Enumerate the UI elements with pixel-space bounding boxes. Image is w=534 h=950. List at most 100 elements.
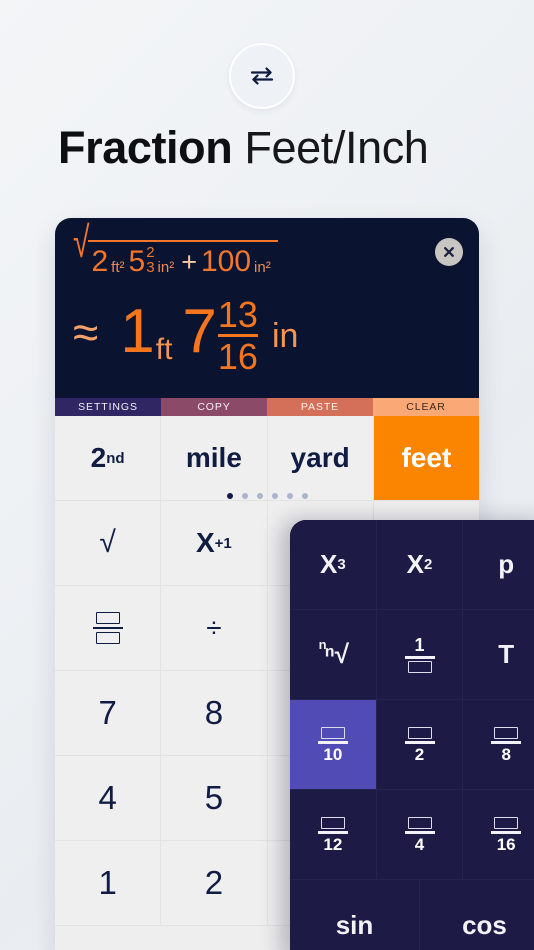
panel-row-powers: X3 X2 p [290,520,534,610]
digit-5-button[interactable]: 5 [161,756,268,841]
page-title-light: Feet/Inch [232,122,429,173]
page-title: Fraction Feet/Inch [58,122,429,174]
fraction-sixteenths-icon: 16 [491,816,522,854]
result-inch-unit: in [271,316,299,355]
copy-button[interactable]: COPY [161,398,267,416]
close-icon [442,245,456,259]
app-stage: Fraction Feet/Inch √ 2 ft² 5 2 3 in² + 1… [0,0,534,950]
unit-yard-button[interactable]: yard [267,416,374,501]
page-dot-5[interactable] [286,493,293,499]
second-function-button[interactable]: 2nd [55,416,162,501]
fraction-quarters-den: 4 [414,834,425,854]
fraction-twelfths-den: 12 [323,834,343,854]
digit-8-button[interactable]: 8 [161,671,268,756]
result-feet-unit: ft [155,333,173,367]
tan-button[interactable]: T [463,610,534,700]
result-inch-den: 16 [217,336,258,378]
secondary-keypad-panel: X3 X2 p n ⁿ√ 1 T 10 2 8 12 4 16 sin cos [290,520,534,950]
result-inch-whole: 7 [182,296,216,366]
second-function-label: 2 [90,442,107,473]
page-dot-4[interactable] [271,493,278,499]
fraction-halves-button[interactable]: 2 [376,700,464,790]
reciprocal-icon: 1 [404,635,435,673]
x-plus-one-sup: +1 [214,534,232,552]
expression-line: √ 2 ft² 5 2 3 in² + 100 in² [73,222,278,278]
result-line: ≈ 1 ft 7 13 16 in [73,292,299,375]
page-title-strong: Fraction [58,122,233,173]
swap-arrows-icon [247,61,277,91]
unit-feet-button[interactable]: feet [373,416,479,501]
page-dot-3[interactable] [256,493,263,499]
fraction-button[interactable] [55,586,162,671]
x-cubed-sup: 3 [337,556,346,573]
digit-4-button[interactable]: 4 [55,756,162,841]
close-button[interactable] [435,238,463,266]
fraction-eighths-button[interactable]: 8 [463,700,534,790]
digit-2-button[interactable]: 2 [161,841,268,926]
page-dot-1[interactable] [226,493,233,499]
unit-row: 2nd mile yard feet [55,416,479,501]
fraction-twelfths-icon: 12 [317,816,348,854]
fraction-quarters-icon: 4 [404,816,435,854]
x-plus-one-button[interactable]: X +1 [161,501,268,586]
nth-root-button[interactable]: n ⁿ√ [290,610,377,700]
sqrt-button[interactable]: √ [55,501,162,586]
fraction-halves-den: 2 [414,744,425,764]
expr-term1-value: 2 [91,244,109,278]
nth-root-label: ⁿ√ [324,639,350,669]
fraction-eighths-den: 8 [501,744,511,764]
approx-symbol: ≈ [73,305,99,358]
unit-mile-button[interactable]: mile [161,416,268,501]
second-function-sup: nd [106,449,125,467]
page-dot-6[interactable] [301,493,308,499]
x-squared-button[interactable]: X2 [376,520,464,610]
expr-term2-num: 2 [146,244,155,261]
fraction-halves-icon: 2 [404,726,435,764]
paste-button[interactable]: PASTE [267,398,373,416]
fraction-sixteenths-den: 16 [496,834,516,854]
reciprocal-button[interactable]: 1 [376,610,464,700]
page-indicator[interactable] [55,493,479,499]
fraction-eighths-icon: 8 [491,726,522,764]
clear-button[interactable]: CLEAR [373,398,479,416]
panel-row-trig: sin cos [290,880,534,950]
square-root-icon: √ 2 ft² 5 2 3 in² + 100 in² [73,222,278,278]
expr-term3-unit: in² [254,258,271,276]
reciprocal-numerator: 1 [414,635,425,655]
divide-button[interactable]: ÷ [161,586,268,671]
expr-operator: + [181,246,197,277]
cos-button[interactable]: cos [420,880,534,950]
fraction-sixteenths-button[interactable]: 16 [463,790,534,880]
fraction-tenths-button[interactable]: 10 [290,700,377,790]
action-strip: SETTINGS COPY PASTE CLEAR [55,398,479,416]
fraction-twelfths-button[interactable]: 12 [290,790,377,880]
page-dot-2[interactable] [241,493,248,499]
expr-term2-unit: in² [157,258,175,276]
result-feet-value: 1 [120,296,154,366]
expr-term2-fraction: 2 3 [146,245,154,277]
expr-term1-unit: ft² [111,258,125,276]
fraction-tenths-icon: 10 [317,726,348,764]
fraction-icon [92,612,123,644]
digit-1-button[interactable]: 1 [55,841,162,926]
swap-units-button[interactable] [229,43,295,109]
expr-term2-whole: 5 [128,244,146,278]
expr-term3-value: 100 [200,244,252,278]
calculator-display: √ 2 ft² 5 2 3 in² + 100 in² ≈ 1 ft 7 13 … [55,218,479,398]
settings-button[interactable]: SETTINGS [55,398,161,416]
panel-row-frac-b: 12 4 16 [290,790,534,880]
x-cubed-button[interactable]: X3 [290,520,377,610]
fraction-tenths-den: 10 [323,744,343,764]
result-inch-fraction: 13 16 [216,296,260,375]
pi-button[interactable]: p [463,520,534,610]
digit-7-button[interactable]: 7 [55,671,162,756]
nth-root-icon: n ⁿ√ [318,637,350,669]
fraction-quarters-button[interactable]: 4 [376,790,464,880]
sin-button[interactable]: sin [290,880,420,950]
x-plus-one-label: X [195,527,215,558]
x-squared-sup: 2 [424,556,433,573]
panel-row-roots: n ⁿ√ 1 T [290,610,534,700]
panel-row-frac-a: 10 2 8 [290,700,534,790]
x-cubed-label: X [319,549,338,579]
x-squared-label: X [406,549,424,579]
